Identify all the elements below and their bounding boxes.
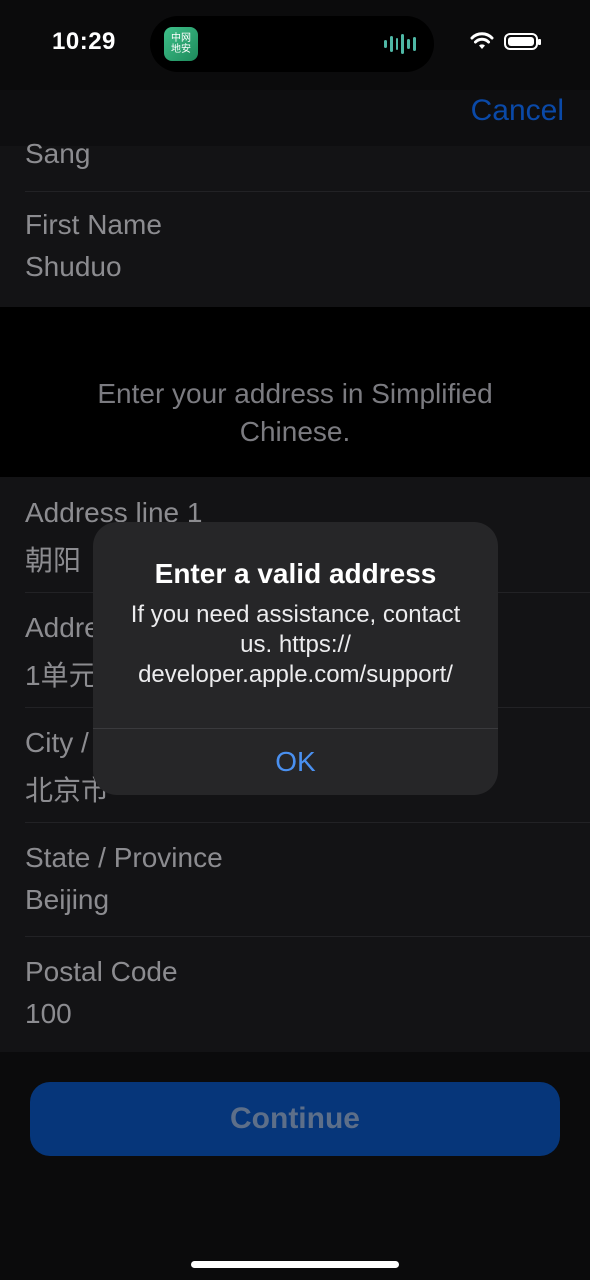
alert-dialog: Enter a valid address If you need assist… [93, 522, 498, 795]
app-icon: 中网 地安 [164, 27, 198, 61]
app-icon-text: 中网 地安 [171, 33, 191, 55]
last-name-value: Sang [25, 138, 91, 169]
alert-ok-label: OK [275, 746, 316, 777]
address-line2-label: Addre [25, 612, 100, 643]
state-value: Beijing [25, 884, 110, 915]
status-bar: 10:29 中网 地安 [0, 0, 590, 90]
status-icons [470, 32, 541, 50]
alert-ok-button[interactable]: OK [93, 729, 498, 795]
first-name-field[interactable]: First Name Shuduo [0, 191, 590, 307]
notice-banner: Enter your address in Simplified Chinese… [0, 307, 590, 477]
postal-code-label: Postal Code [25, 956, 178, 987]
notice-text: Enter your address in Simplified Chinese… [97, 378, 493, 447]
waveform-icon [384, 34, 416, 54]
battery-icon [504, 32, 541, 50]
continue-label: Continue [230, 1102, 360, 1135]
home-indicator[interactable] [191, 1261, 399, 1268]
address-line1-value: 朝阳 [25, 545, 82, 576]
address-line2-value: 1单元 [25, 660, 97, 691]
postal-code-value: 100 [25, 998, 72, 1029]
cancel-button[interactable]: Cancel [471, 94, 564, 128]
alert-message: If you need assistance, contact us. http… [130, 601, 461, 688]
alert-title: Enter a valid address [154, 558, 437, 589]
first-name-label: First Name [25, 209, 162, 240]
name-section: Sang First Name Shuduo [0, 138, 590, 307]
wifi-icon [470, 32, 494, 49]
last-name-field[interactable]: Sang [0, 138, 590, 191]
status-time: 10:29 [52, 28, 116, 55]
state-field[interactable]: State / Province Beijing [0, 822, 590, 936]
postal-code-field[interactable]: Postal Code 100 [0, 936, 590, 1052]
continue-button[interactable]: Continue [30, 1082, 560, 1156]
first-name-value: Shuduo [25, 251, 122, 282]
state-label: State / Province [25, 842, 223, 873]
city-label: City / [25, 727, 89, 758]
dynamic-island: 中网 地安 [150, 16, 434, 72]
